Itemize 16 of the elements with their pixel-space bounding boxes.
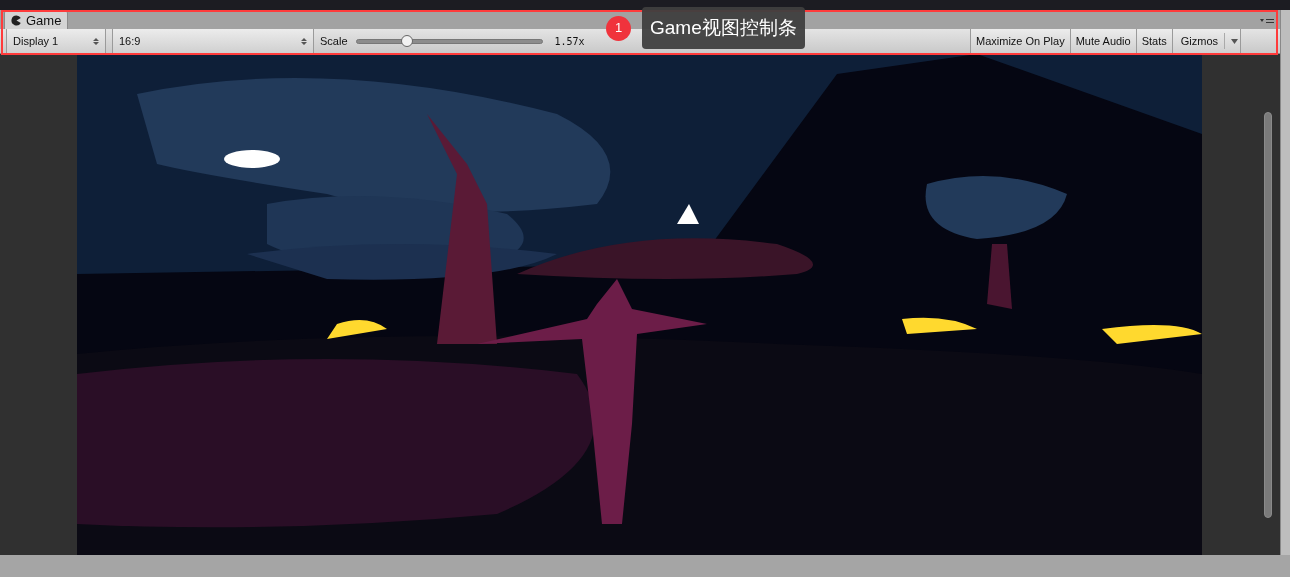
toggle-button[interactable]: Stats — [1135, 29, 1172, 53]
toggle-button[interactable]: Maximize On Play — [970, 29, 1070, 53]
up-down-arrows-icon — [301, 36, 307, 46]
display-dropdown[interactable]: Display 1 — [6, 29, 106, 53]
scale-reading: 1.57x — [554, 34, 585, 49]
pacman-icon — [11, 15, 22, 26]
scale-slider[interactable] — [355, 34, 543, 48]
callout-tooltip: Game视图控制条 — [642, 7, 805, 49]
toggle-button[interactable]: Mute Audio — [1069, 29, 1136, 53]
up-down-arrows-icon — [93, 36, 99, 46]
caret-icon — [1231, 38, 1239, 44]
scale-label: Scale — [320, 33, 348, 49]
gizmos-button[interactable]: Gizmos — [1171, 29, 1242, 53]
menu-icon[interactable] — [1260, 17, 1274, 25]
scrollbar[interactable] — [1264, 112, 1272, 518]
aspect-dropdown[interactable]: 16:9 — [112, 29, 314, 53]
